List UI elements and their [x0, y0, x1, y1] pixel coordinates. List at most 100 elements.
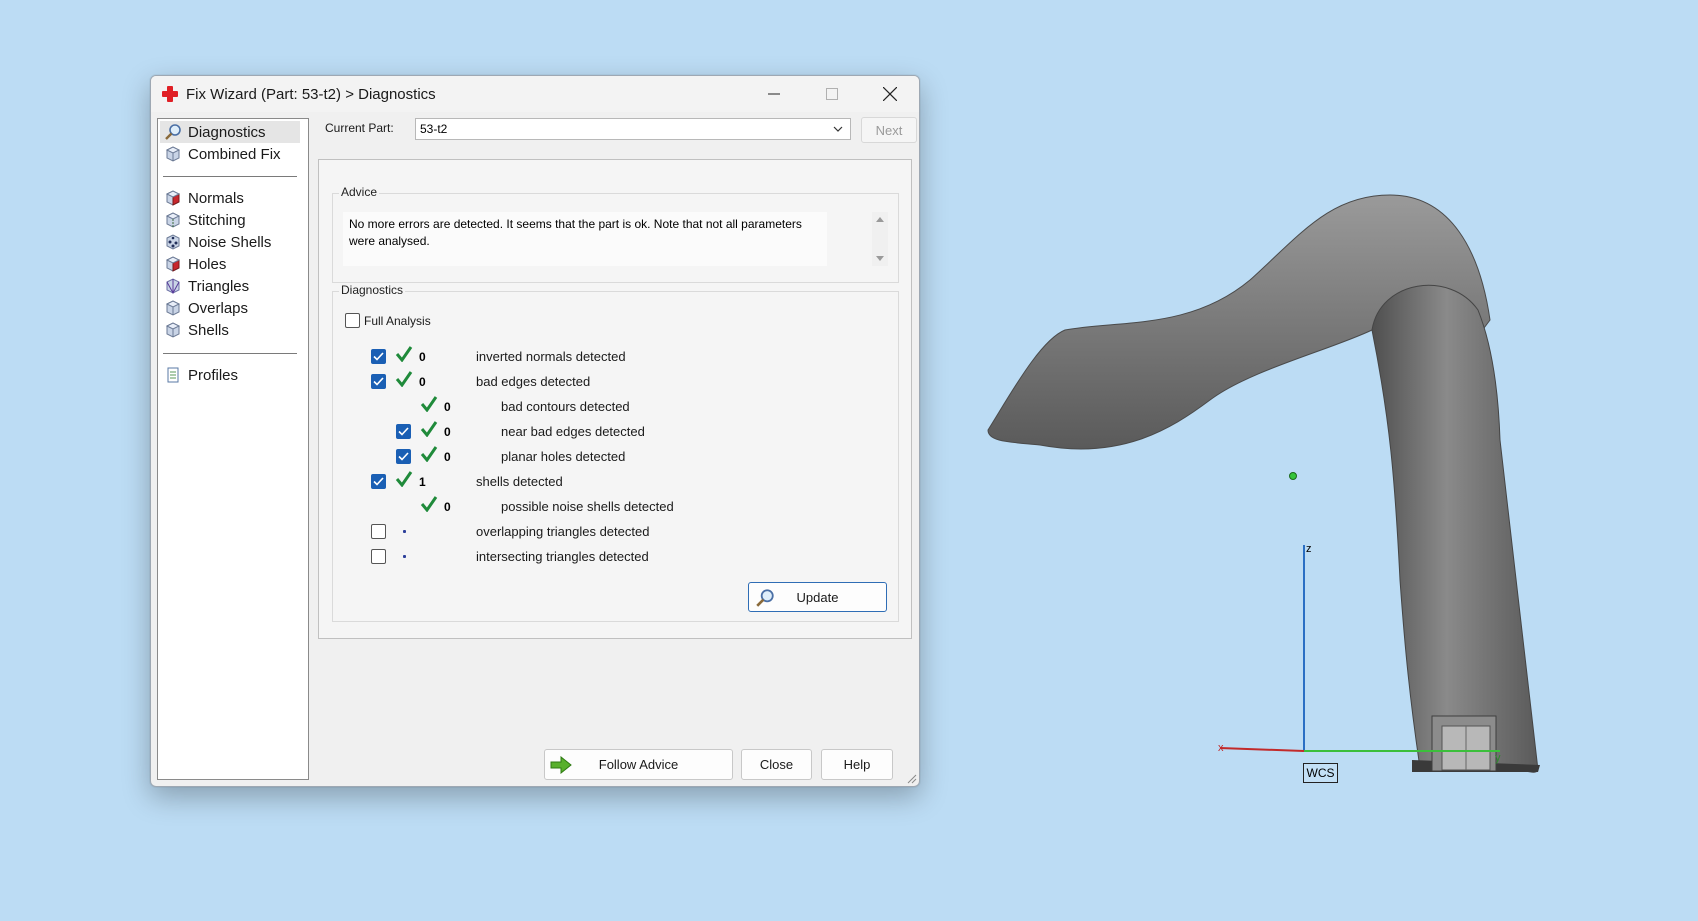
diag-label: bad contours detected [501, 399, 630, 414]
diagnostics-panel: Advice No more errors are detected. It s… [318, 159, 912, 639]
current-part-dropdown[interactable]: 53-t2 [415, 118, 851, 140]
diag-label: possible noise shells detected [501, 499, 674, 514]
advice-group: Advice No more errors are detected. It s… [332, 185, 899, 283]
checkmark-icon [420, 446, 438, 462]
nav-item-normals[interactable]: Normals [160, 187, 300, 209]
minimize-icon [768, 93, 780, 95]
minimize-button[interactable] [745, 76, 803, 112]
nav-item-shells[interactable]: Shells [160, 319, 300, 341]
diag-label: planar holes detected [501, 449, 626, 464]
nav-item-combined-fix[interactable]: Combined Fix [160, 143, 300, 165]
close-button-label: Close [759, 757, 794, 772]
wcs-label: WCS [1303, 763, 1338, 783]
document-icon [167, 367, 179, 383]
nav-item-label: Combined Fix [188, 145, 281, 163]
checkmark-icon [395, 346, 413, 362]
next-button[interactable]: Next [861, 117, 917, 143]
cube-icon [165, 300, 181, 316]
cube-red-icon [165, 256, 181, 272]
diag-row-checkbox[interactable] [371, 349, 386, 364]
magnifier-icon [756, 589, 774, 607]
nav-item-label: Profiles [188, 366, 239, 384]
checkmark-icon [395, 471, 413, 487]
axis-z-label: z [1306, 543, 1312, 555]
cube-red-icon [165, 190, 181, 206]
diag-row-checkbox[interactable] [371, 474, 386, 489]
close-icon [883, 87, 897, 101]
checkmark-icon [420, 396, 438, 412]
diag-count: 0 [444, 450, 451, 464]
diag-label: overlapping triangles detected [476, 524, 650, 539]
checkmark-icon [420, 496, 438, 512]
diagnostics-title: Diagnostics [339, 283, 406, 297]
pending-dot-icon [403, 555, 406, 558]
resize-grip-icon[interactable] [905, 772, 917, 784]
diag-label: inverted normals detected [476, 349, 626, 364]
wizard-nav-list: Diagnostics Combined Fix Normals Stitchi… [157, 118, 309, 780]
diag-count: 0 [444, 425, 451, 439]
nav-item-label: Holes [188, 255, 227, 273]
diag-row-checkbox[interactable] [371, 374, 386, 389]
nav-item-label: Diagnostics [188, 123, 266, 141]
nav-item-triangles[interactable]: Triangles [160, 275, 300, 297]
cube-icon [165, 322, 181, 338]
triangles-icon [166, 278, 180, 295]
nav-separator [163, 353, 297, 354]
diag-count: 0 [444, 500, 451, 514]
close-button[interactable]: Close [741, 749, 812, 780]
window-title: Fix Wizard (Part: 53-t2) > Diagnostics [186, 85, 436, 103]
next-button-label: Next [875, 122, 903, 138]
scroll-down-icon[interactable] [872, 250, 888, 266]
full-analysis-checkbox[interactable] [345, 313, 360, 328]
diag-row-checkbox[interactable] [396, 449, 411, 464]
magnifier-icon [165, 124, 181, 140]
fix-wizard-window: Fix Wizard (Part: 53-t2) > Diagnostics D… [150, 75, 920, 787]
checkmark-icon [395, 371, 413, 387]
diag-count: 0 [444, 400, 451, 414]
current-part-label: Current Part: [325, 121, 394, 135]
nav-item-stitching[interactable]: Stitching [160, 209, 300, 231]
diag-count: 0 [419, 350, 426, 364]
maximize-icon [826, 88, 838, 100]
pending-dot-icon [403, 530, 406, 533]
nav-item-label: Normals [188, 189, 244, 207]
nav-item-diagnostics[interactable]: Diagnostics [160, 121, 300, 143]
update-button-label: Update [796, 589, 839, 605]
advice-scrollbar[interactable] [872, 212, 888, 266]
diag-label: intersecting triangles detected [476, 549, 649, 564]
maximize-button[interactable] [803, 76, 861, 112]
nav-item-label: Shells [188, 321, 229, 339]
diag-label: shells detected [476, 474, 563, 489]
update-button[interactable]: Update [748, 582, 887, 612]
origin-marker-icon [1289, 472, 1297, 480]
title-bar[interactable]: Fix Wizard (Part: 53-t2) > Diagnostics [151, 76, 919, 112]
wcs-axes [1219, 545, 1500, 752]
axis-x-label: x [1218, 742, 1224, 754]
nav-item-noise-shells[interactable]: Noise Shells [160, 231, 300, 253]
diag-row-checkbox[interactable] [371, 524, 386, 539]
diag-row-checkbox[interactable] [371, 549, 386, 564]
close-window-button[interactable] [861, 76, 919, 112]
diag-count: 0 [419, 375, 426, 389]
diag-label: bad edges detected [476, 374, 591, 389]
cube-icon [165, 146, 181, 162]
diagnostics-group: Diagnostics Full Analysis 0 inverted nor… [332, 283, 899, 622]
advice-text: No more errors are detected. It seems th… [343, 212, 827, 266]
arrow-right-icon [550, 756, 572, 774]
help-button-label: Help [843, 757, 871, 772]
scroll-up-icon[interactable] [872, 212, 888, 228]
nav-item-overlaps[interactable]: Overlaps [160, 297, 300, 319]
follow-advice-label: Follow Advice [598, 757, 679, 772]
full-analysis-label[interactable]: Full Analysis [364, 314, 431, 328]
nav-separator [163, 176, 297, 177]
nav-item-label: Stitching [188, 211, 246, 229]
follow-advice-button[interactable]: Follow Advice [544, 749, 733, 780]
help-button[interactable]: Help [821, 749, 893, 780]
diag-label: near bad edges detected [501, 424, 645, 439]
nav-item-profiles[interactable]: Profiles [160, 364, 300, 386]
diag-row-checkbox[interactable] [396, 424, 411, 439]
nav-item-holes[interactable]: Holes [160, 253, 300, 275]
nav-item-label: Noise Shells [188, 233, 272, 251]
axis-y-label: y [1495, 752, 1501, 764]
advice-title: Advice [339, 185, 380, 199]
